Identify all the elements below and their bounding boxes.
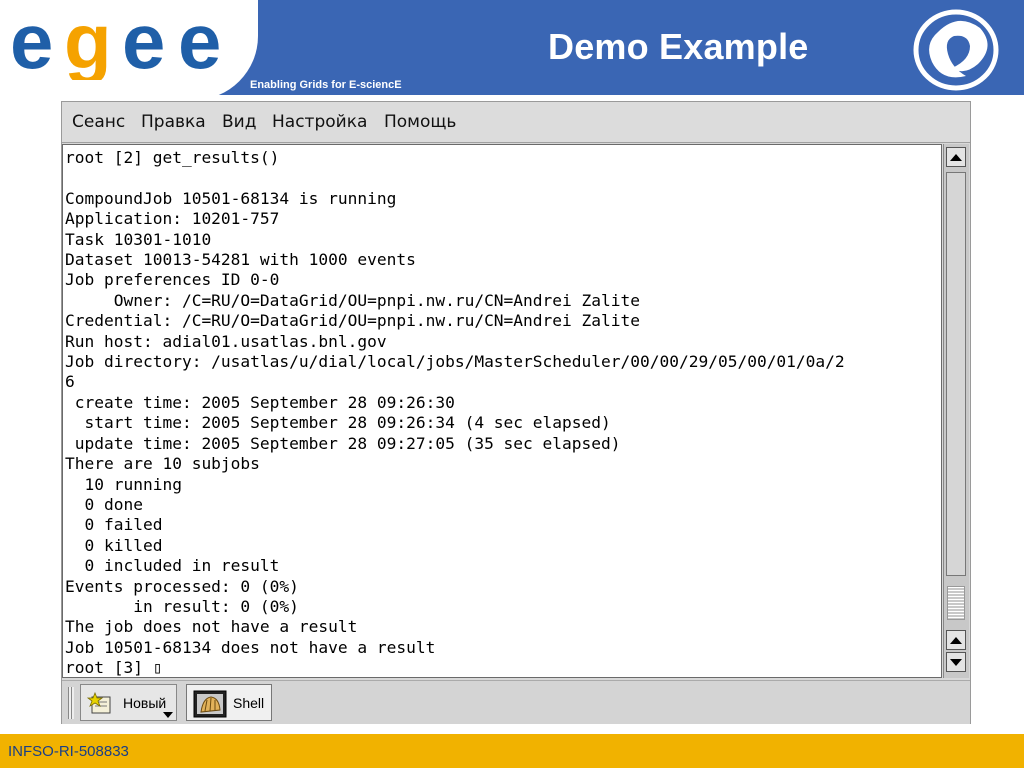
arrow-down-icon xyxy=(950,658,962,666)
session-tab-bar: Новый Shell xyxy=(62,680,970,724)
scrollbar-thumb[interactable] xyxy=(947,586,965,620)
terminal-line: 6 xyxy=(65,372,75,392)
logo-area: e g e e xyxy=(0,0,258,100)
terminal-line: 0 killed xyxy=(65,535,163,555)
terminal-line: CompoundJob 10501-68134 is running xyxy=(65,188,397,208)
menu-help[interactable]: Помощь xyxy=(384,112,456,132)
terminal-line: Job directory: /usatlas/u/dial/local/job… xyxy=(65,352,845,372)
shell-icon xyxy=(193,690,227,718)
tab-shell-label: Shell xyxy=(233,695,265,711)
scrollbar-track[interactable] xyxy=(946,172,966,576)
terminal-line: 0 failed xyxy=(65,515,163,535)
terminal-line: Task 10301-1010 xyxy=(65,229,212,249)
scroll-up-button[interactable] xyxy=(946,147,966,167)
scrollbar[interactable] xyxy=(943,144,969,678)
new-session-button[interactable]: Новый xyxy=(80,684,177,721)
terminal-line: Application: 10201-757 xyxy=(65,209,280,229)
terminal-line: Credential: /C=RU/O=DataGrid/OU=pnpi.nw.… xyxy=(65,311,640,331)
terminal-line: Dataset 10013-54281 with 1000 events xyxy=(65,250,416,270)
menu-view[interactable]: Вид xyxy=(222,112,256,132)
svg-text:e: e xyxy=(178,10,219,80)
terminal-line: The job does not have a result xyxy=(65,617,358,637)
scroll-down-button[interactable] xyxy=(946,652,966,672)
terminal-prompt-line[interactable]: root [3] ▯ xyxy=(65,658,845,677)
terminal-line: start time: 2005 September 28 09:26:34 (… xyxy=(65,413,611,433)
menu-session[interactable]: Сеанс xyxy=(72,112,125,132)
svg-text:e: e xyxy=(122,10,163,80)
terminal-line: Events processed: 0 (0%) xyxy=(65,576,299,596)
chevron-down-icon[interactable] xyxy=(163,712,173,718)
svg-text:e: e xyxy=(10,10,51,80)
footer-text: INFSO-RI-508833 xyxy=(8,743,129,760)
terminal-line: update time: 2005 September 28 09:27:05 … xyxy=(65,433,621,453)
terminal-line: root [2] get_results() xyxy=(65,148,280,167)
terminal-line: in result: 0 (0%) xyxy=(65,596,299,616)
terminal-output[interactable]: root [2] get_results() CompoundJob 10501… xyxy=(62,144,942,678)
slide-footer: INFSO-RI-508833 xyxy=(0,734,1024,768)
terminal-line: create time: 2005 September 28 09:26:30 xyxy=(65,392,455,412)
globe-swirl-icon xyxy=(913,9,999,91)
tagline: Enabling Grids for E-sciencE xyxy=(250,79,402,91)
menu-edit[interactable]: Правка xyxy=(141,112,206,132)
terminal-line: Job 10501-68134 does not have a result xyxy=(65,637,436,657)
tabbar-grip[interactable] xyxy=(68,687,74,719)
slide-header: e g e e Enabling Grids for E-sciencE Dem… xyxy=(0,0,1024,100)
terminal-line: 0 done xyxy=(65,494,143,514)
terminal-text: root [2] get_results() CompoundJob 10501… xyxy=(65,148,845,677)
tab-shell[interactable]: Shell xyxy=(186,684,272,721)
egee-logo: e g e e xyxy=(10,10,222,80)
scroll-up-button-lower[interactable] xyxy=(946,630,966,650)
terminal-line: There are 10 subjobs xyxy=(65,454,260,474)
new-session-icon xyxy=(87,691,111,714)
terminal-line: 0 included in result xyxy=(65,556,280,576)
terminal-window: Сеанс Правка Вид Настройка Помощь root [… xyxy=(61,101,971,724)
page-title: Demo Example xyxy=(548,26,809,67)
terminal-line: Job preferences ID 0-0 xyxy=(65,270,280,290)
terminal-line: 10 running xyxy=(65,474,182,494)
terminal-line: Run host: adial01.usatlas.bnl.gov xyxy=(65,331,387,351)
menu-bar: Сеанс Правка Вид Настройка Помощь xyxy=(62,102,970,143)
menu-settings[interactable]: Настройка xyxy=(272,112,367,132)
new-session-label: Новый xyxy=(123,695,167,711)
arrow-up-icon xyxy=(950,153,962,161)
terminal-line: Owner: /C=RU/O=DataGrid/OU=pnpi.nw.ru/CN… xyxy=(65,290,640,310)
svg-text:g: g xyxy=(64,10,109,80)
arrow-up-icon xyxy=(950,636,962,644)
